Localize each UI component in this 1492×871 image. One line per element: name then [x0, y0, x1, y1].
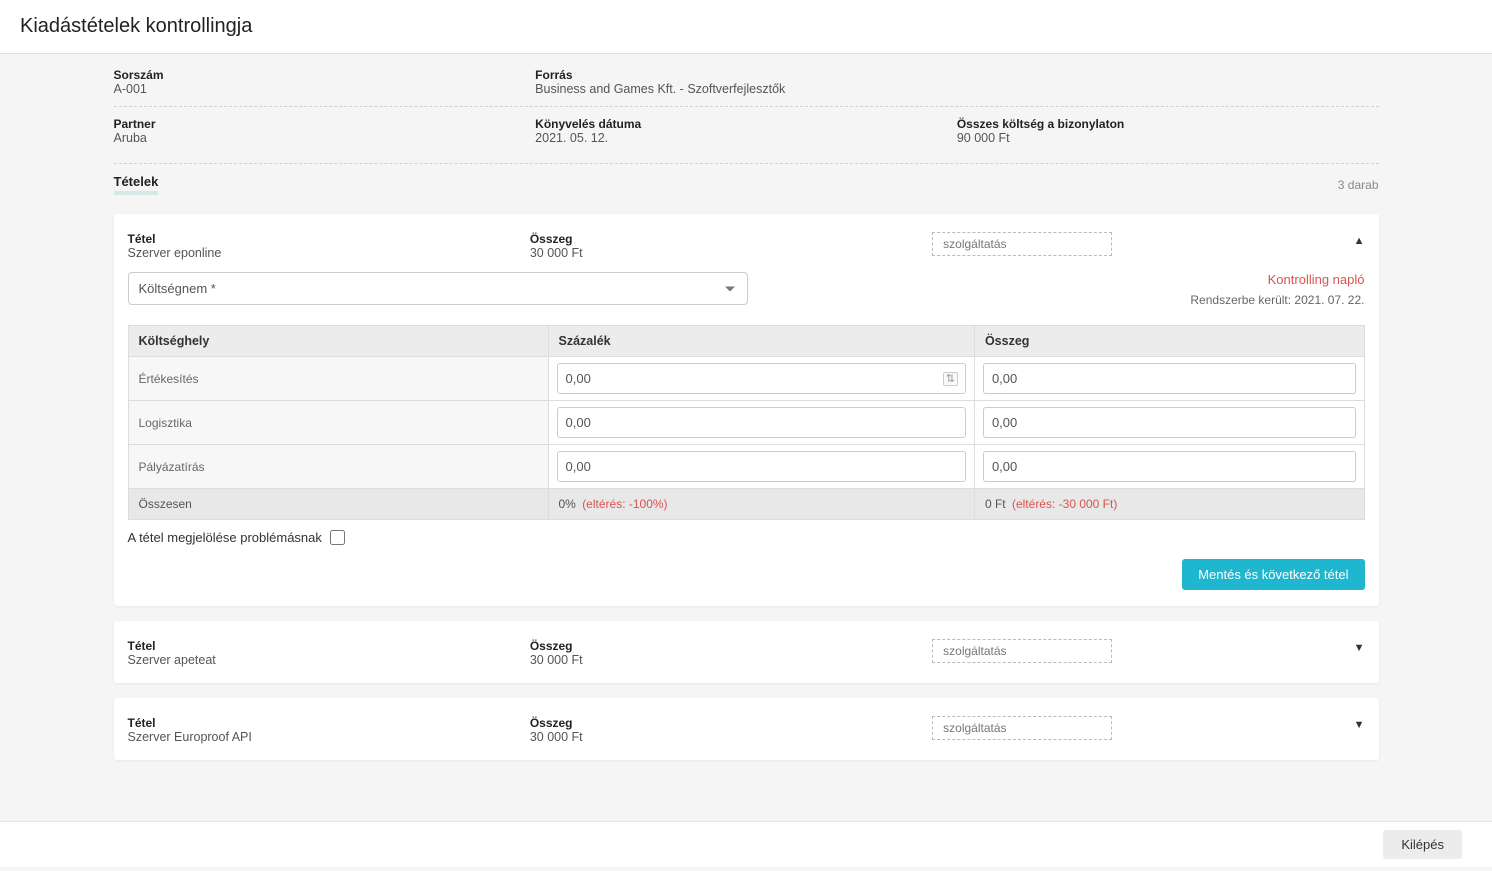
save-next-button[interactable]: Mentés és következő tétel [1182, 559, 1364, 590]
item-name-label: Tétel [128, 716, 530, 730]
allocation-table: Költséghely Százalék Összeg Értékesítés ⇅… [128, 325, 1365, 520]
problem-checkbox[interactable] [330, 530, 345, 545]
item-card-collapsed: Tétel Szerver Europroof API Összeg 30 00… [114, 698, 1379, 760]
table-row: Értékesítés ⇅ [128, 357, 1364, 401]
item-card-expanded: Tétel Szerver eponline Összeg 30 000 Ft … [114, 214, 1379, 606]
percent-deviation: (eltérés: -100%) [582, 497, 667, 511]
controlling-log-link[interactable]: Kontrolling napló [1190, 272, 1364, 287]
total-cost-label: Összes költség a bizonylaton [957, 117, 1379, 131]
totals-percent: 0% (eltérés: -100%) [548, 489, 974, 520]
items-section-header: Tételek 3 darab [114, 164, 1379, 199]
item-amount-label: Összeg [530, 232, 932, 246]
item-amount-label: Összeg [530, 716, 932, 730]
item-amount-label: Összeg [530, 639, 932, 653]
service-tag: szolgáltatás [932, 232, 1112, 256]
col-header-percent: Százalék [548, 326, 974, 357]
expand-icon[interactable]: ▼ [1354, 642, 1365, 654]
table-row: Logisztika [128, 401, 1364, 445]
problem-label: A tétel megjelölése problémásnak [128, 530, 322, 545]
serial-value: A-001 [114, 82, 536, 96]
item-name-label: Tétel [128, 232, 530, 246]
col-header-amount: Összeg [974, 326, 1364, 357]
source-label: Forrás [535, 68, 957, 82]
totals-amount: 0 Ft (eltérés: -30 000 Ft) [974, 489, 1364, 520]
item-name-value: Szerver Europroof API [128, 730, 530, 744]
booking-date-label: Könyvelés dátuma [535, 117, 957, 131]
table-row: Pályázatírás [128, 445, 1364, 489]
partner-label: Partner [114, 117, 536, 131]
totals-label: Összesen [128, 489, 548, 520]
item-name-value: Szerver eponline [128, 246, 530, 260]
page-header: Kiadástételek kontrollingja [0, 0, 1492, 54]
item-amount-value: 30 000 Ft [530, 653, 932, 667]
booking-date-value: 2021. 05. 12. [535, 131, 957, 145]
system-entry-date: Rendszerbe került: 2021. 07. 22. [1190, 293, 1364, 307]
percent-input[interactable] [557, 363, 966, 394]
service-tag: szolgáltatás [932, 639, 1112, 663]
page-title: Kiadástételek kontrollingja [20, 15, 1472, 38]
items-count: 3 darab [1338, 178, 1379, 192]
percent-input[interactable] [557, 407, 966, 438]
cost-type-select[interactable]: Költségnem * [128, 272, 748, 305]
amount-input[interactable] [983, 363, 1356, 394]
item-name-label: Tétel [128, 639, 530, 653]
item-card-collapsed: Tétel Szerver apeteat Összeg 30 000 Ft s… [114, 621, 1379, 683]
exit-button[interactable]: Kilépés [1383, 830, 1462, 859]
amount-input[interactable] [983, 451, 1356, 482]
service-tag: szolgáltatás [932, 716, 1112, 740]
cost-place-label: Pályázatírás [128, 445, 548, 489]
cost-place-label: Értékesítés [128, 357, 548, 401]
amount-deviation: (eltérés: -30 000 Ft) [1012, 497, 1117, 511]
amount-input[interactable] [983, 407, 1356, 438]
item-name-value: Szerver apeteat [128, 653, 530, 667]
footer-bar: Kilépés [0, 821, 1492, 867]
source-value: Business and Games Kft. - Szoftverfejles… [535, 82, 957, 96]
col-header-place: Költséghely [128, 326, 548, 357]
expand-icon[interactable]: ▼ [1354, 719, 1365, 731]
partner-value: Aruba [114, 131, 536, 145]
items-section-title: Tételek [114, 174, 159, 195]
collapse-icon[interactable]: ▲ [1354, 235, 1365, 247]
serial-label: Sorszám [114, 68, 536, 82]
total-cost-value: 90 000 Ft [957, 131, 1379, 145]
document-meta: Sorszám A-001 Forrás Business and Games … [114, 54, 1379, 164]
stepper-icon[interactable]: ⇅ [943, 372, 958, 386]
item-amount-value: 30 000 Ft [530, 246, 932, 260]
item-amount-value: 30 000 Ft [530, 730, 932, 744]
cost-place-label: Logisztika [128, 401, 548, 445]
percent-input[interactable] [557, 451, 966, 482]
